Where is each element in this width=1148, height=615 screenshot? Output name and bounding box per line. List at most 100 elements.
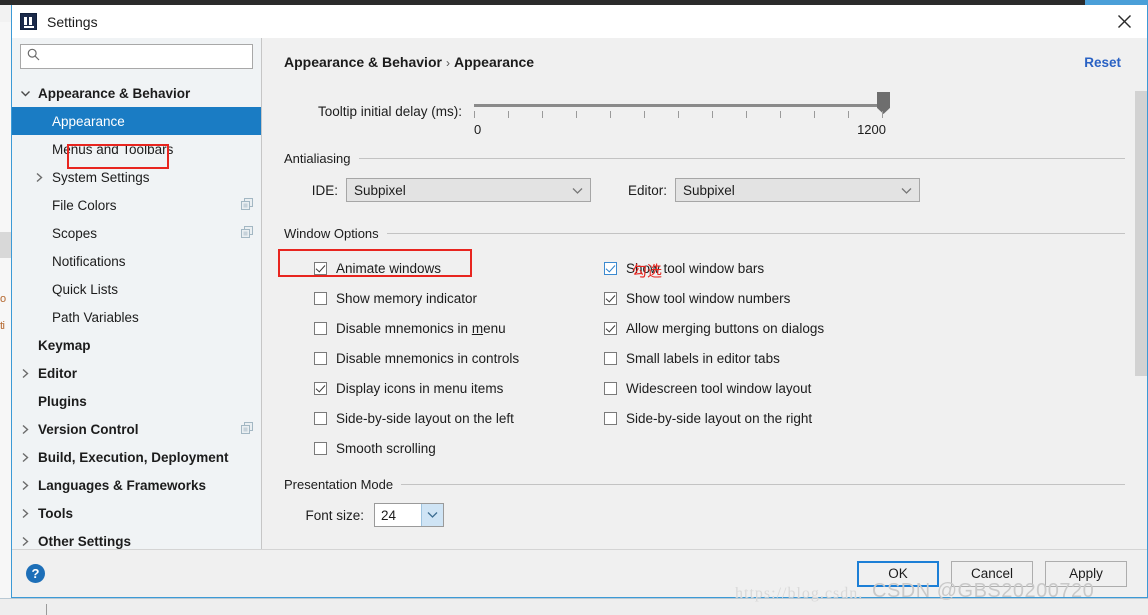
sidebar-item-label: Plugins xyxy=(38,393,87,409)
content-scrollbar[interactable] xyxy=(1135,38,1147,549)
ide-ghost-label-1: ti xyxy=(0,320,5,332)
checkbox-icon[interactable] xyxy=(314,351,327,365)
sidebar-item-file-colors[interactable]: File Colors xyxy=(12,191,261,219)
sidebar-item-label: Version Control xyxy=(38,421,139,437)
intellij-idea-icon xyxy=(20,13,37,30)
apply-button[interactable]: Apply xyxy=(1045,560,1127,587)
checkbox-icon[interactable] xyxy=(604,381,617,395)
sidebar-item-label: Editor xyxy=(38,365,77,381)
slider-max-label: 1200 xyxy=(857,122,886,137)
slider-tick xyxy=(745,111,747,118)
sidebar-item-path-variables[interactable]: Path Variables xyxy=(12,303,261,331)
checkbox-icon[interactable] xyxy=(604,351,617,365)
close-icon[interactable] xyxy=(1101,5,1147,38)
chevron-right-icon[interactable] xyxy=(26,163,52,191)
checkbox-display-icons-in-menu-items[interactable]: Display icons in menu items xyxy=(314,373,604,403)
checkbox-disable-mnemonics-in-controls[interactable]: Disable mnemonics in controls xyxy=(314,343,604,373)
checkbox-label: Side-by-side layout on the left xyxy=(336,410,514,426)
sidebar-item-label: Menus and Toolbars xyxy=(52,141,174,157)
editor-antialiasing-label: Editor: xyxy=(627,182,667,198)
ide-scrollbar-thumb[interactable] xyxy=(0,232,11,258)
tooltip-delay-slider[interactable]: 0 1200 xyxy=(474,92,894,137)
checkbox-small-labels-in-editor-tabs[interactable]: Small labels in editor tabs xyxy=(604,343,924,373)
slider-tick xyxy=(780,111,781,118)
editor-antialiasing-select[interactable]: Subpixel xyxy=(675,178,920,202)
checkbox-icon[interactable] xyxy=(314,411,327,425)
checkbox-show-memory-indicator[interactable]: Show memory indicator xyxy=(314,283,604,313)
checkbox-icon[interactable] xyxy=(604,321,617,335)
sidebar-item-label: Keymap xyxy=(38,337,91,353)
sidebar-item-keymap[interactable]: Keymap xyxy=(12,331,261,359)
antialiasing-row: IDE: Subpixel Editor: Subpixel xyxy=(284,178,1125,202)
checkbox-side-by-side-layout-on-the-right[interactable]: Side-by-side layout on the right xyxy=(604,403,924,433)
sidebar-item-tools[interactable]: Tools xyxy=(12,499,261,527)
tooltip-delay-row: Tooltip initial delay (ms): 0 1200 xyxy=(284,92,1125,137)
chevron-right-icon[interactable] xyxy=(12,527,38,549)
sidebar-item-appearance[interactable]: Appearance xyxy=(12,107,261,135)
checkbox-label: Allow merging buttons on dialogs xyxy=(626,320,825,336)
slider-tick xyxy=(848,111,849,118)
ide-antialiasing-select[interactable]: Subpixel xyxy=(346,178,591,202)
chevron-right-icon[interactable] xyxy=(12,471,38,499)
sidebar-item-scopes[interactable]: Scopes xyxy=(12,219,261,247)
copy-icon[interactable] xyxy=(241,225,253,241)
chevron-right-icon[interactable] xyxy=(12,415,38,443)
sidebar-item-build-execution-deployment[interactable]: Build, Execution, Deployment xyxy=(12,443,261,471)
copy-icon[interactable] xyxy=(241,421,253,437)
slider-tick xyxy=(712,111,713,118)
slider-track[interactable] xyxy=(474,92,890,114)
checkbox-label: Disable mnemonics in menu xyxy=(336,320,506,336)
sidebar-item-appearance-behavior[interactable]: Appearance & Behavior xyxy=(12,79,261,107)
checkbox-icon[interactable] xyxy=(314,321,327,335)
ok-button[interactable]: OK xyxy=(857,560,939,587)
font-size-value[interactable]: 24 xyxy=(375,504,421,526)
cancel-button[interactable]: Cancel xyxy=(951,560,1033,587)
checkbox-icon[interactable] xyxy=(314,291,327,305)
sidebar-item-languages-frameworks[interactable]: Languages & Frameworks xyxy=(12,471,261,499)
checkbox-icon[interactable] xyxy=(604,261,617,275)
checkbox-icon[interactable] xyxy=(314,261,327,275)
checkbox-allow-merging-buttons-on-dialogs[interactable]: Allow merging buttons on dialogs xyxy=(604,313,924,343)
content-scrollbar-thumb[interactable] xyxy=(1135,91,1147,376)
tooltip-delay-label: Tooltip initial delay (ms): xyxy=(317,104,462,119)
help-icon[interactable]: ? xyxy=(26,564,45,583)
reset-link[interactable]: Reset xyxy=(1084,55,1121,70)
ide-antialiasing-value: Subpixel xyxy=(354,182,406,198)
sidebar-item-version-control[interactable]: Version Control xyxy=(12,415,261,443)
checkbox-disable-mnemonics-in-menu[interactable]: Disable mnemonics in menu xyxy=(314,313,604,343)
checkbox-icon[interactable] xyxy=(314,441,327,455)
slider-tick xyxy=(507,111,509,118)
chevron-down-icon[interactable] xyxy=(12,79,38,107)
checkbox-animate-windows[interactable]: Animate windows xyxy=(314,253,604,283)
checkbox-icon[interactable] xyxy=(604,291,617,305)
breadcrumb-separator: › xyxy=(445,56,450,70)
slider-tick xyxy=(678,111,679,118)
checkbox-widescreen-tool-window-layout[interactable]: Widescreen tool window layout xyxy=(604,373,924,403)
chevron-right-icon[interactable] xyxy=(12,359,38,387)
breadcrumb-current: Appearance xyxy=(453,54,535,70)
sidebar-item-quick-lists[interactable]: Quick Lists xyxy=(12,275,261,303)
checkbox-side-by-side-layout-on-the-left[interactable]: Side-by-side layout on the left xyxy=(314,403,604,433)
search-container xyxy=(12,44,261,77)
breadcrumb-parent[interactable]: Appearance & Behavior xyxy=(284,54,442,70)
sidebar-item-plugins[interactable]: Plugins xyxy=(12,387,261,415)
checkbox-icon[interactable] xyxy=(604,411,617,425)
copy-icon[interactable] xyxy=(241,197,253,213)
search-box[interactable] xyxy=(20,44,253,69)
search-icon xyxy=(27,48,40,66)
font-size-combobox[interactable]: 24 xyxy=(374,503,444,527)
sidebar-item-notifications[interactable]: Notifications xyxy=(12,247,261,275)
checkbox-show-tool-window-bars[interactable]: Show tool window bars xyxy=(604,253,924,283)
checkbox-smooth-scrolling[interactable]: Smooth scrolling xyxy=(314,433,604,463)
chevron-right-icon[interactable] xyxy=(12,443,38,471)
search-input[interactable] xyxy=(45,48,246,65)
sidebar-item-menus-and-toolbars[interactable]: Menus and Toolbars xyxy=(12,135,261,163)
chevron-right-icon[interactable] xyxy=(12,499,38,527)
sidebar-item-other-settings[interactable]: Other Settings xyxy=(12,527,261,549)
chevron-down-icon[interactable] xyxy=(421,504,443,526)
checkbox-icon[interactable] xyxy=(314,381,327,395)
sidebar-item-editor[interactable]: Editor xyxy=(12,359,261,387)
sidebar-item-system-settings[interactable]: System Settings xyxy=(12,163,261,191)
checkbox-label: Show memory indicator xyxy=(336,290,478,306)
checkbox-show-tool-window-numbers[interactable]: Show tool window numbers xyxy=(604,283,924,313)
